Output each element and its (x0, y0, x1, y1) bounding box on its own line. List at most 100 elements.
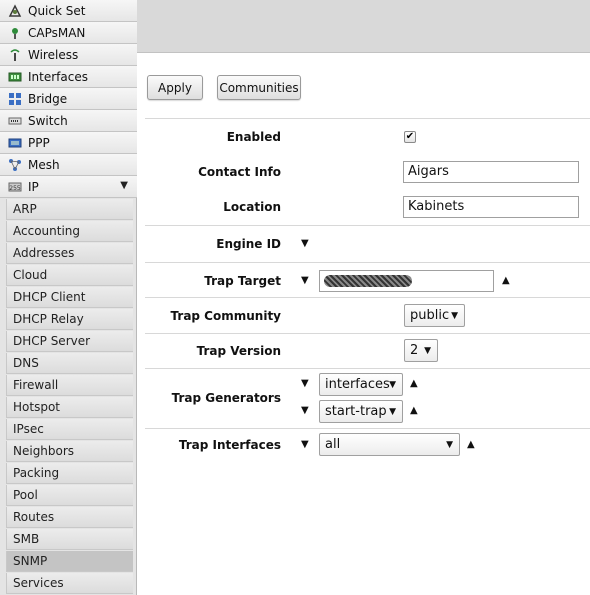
sidebar-subitem-dns[interactable]: DNS (6, 353, 133, 374)
sidebar-item-bridge[interactable]: Bridge (0, 88, 137, 110)
sidebar-subitem-label: Neighbors (13, 444, 75, 458)
select-value: public (410, 308, 450, 323)
chevron-down-icon: ▼ (389, 407, 396, 417)
sidebar-subitem-label: Addresses (13, 246, 75, 260)
trap-interfaces-label: Trap Interfaces (178, 438, 281, 452)
expand-down-icon[interactable]: ▼ (301, 379, 309, 389)
sidebar-subitem-snmp[interactable]: SNMP (6, 551, 133, 572)
sidebar-item-label: Mesh (28, 157, 60, 172)
sidebar-subitem-dhcp-server[interactable]: DHCP Server (6, 331, 133, 352)
sidebar-item-ip[interactable]: 255 IP ▼ (0, 176, 137, 198)
sidebar-subitem-dhcp-relay[interactable]: DHCP Relay (6, 309, 133, 330)
sidebar-subitem-dhcp-client[interactable]: DHCP Client (6, 287, 133, 308)
sidebar-subitem-hotspot[interactable]: Hotspot (6, 397, 133, 418)
select-value: start-trap (325, 404, 387, 419)
sidebar-subitem-pool[interactable]: Pool (6, 485, 133, 506)
sidebar-subitem-label: Pool (13, 488, 38, 502)
expand-down-icon[interactable]: ▼ (301, 440, 309, 450)
trap-generators-select[interactable]: interfaces ▼ (319, 373, 403, 396)
sidebar-subitem-smb[interactable]: SMB (6, 529, 133, 550)
sidebar-subitem-label: Hotspot (13, 400, 60, 414)
trap-target-label: Trap Target (204, 274, 281, 288)
chevron-down-icon: ▼ (424, 346, 431, 356)
divider (145, 118, 590, 119)
sidebar-item-ppp[interactable]: PPP (0, 132, 137, 154)
sidebar-item-label: Switch (28, 113, 68, 128)
sidebar-item-label: Interfaces (28, 69, 88, 84)
sidebar-subitem-firewall[interactable]: Firewall (6, 375, 133, 396)
sidebar-subitem-label: DHCP Client (13, 290, 86, 304)
sidebar-subitem-label: Routes (13, 510, 55, 524)
svg-text:255: 255 (9, 185, 21, 192)
redacted-value (324, 275, 412, 287)
sidebar-subitem-routes[interactable]: Routes (6, 507, 133, 528)
sidebar-subitem-ipsec[interactable]: IPsec (6, 419, 133, 440)
sidebar-subitem-label: DNS (13, 356, 39, 370)
sidebar-subitem-services[interactable]: Services (6, 573, 133, 594)
divider (145, 368, 590, 369)
expand-down-icon[interactable]: ▼ (301, 276, 309, 286)
trap-community-label: Trap Community (170, 309, 281, 323)
switch-icon (7, 113, 23, 129)
trap-community-select[interactable]: public ▼ (404, 304, 465, 327)
trap-version-select[interactable]: 2 ▼ (404, 339, 438, 362)
chevron-down-icon: ▼ (451, 311, 458, 321)
mesh-icon (7, 157, 23, 173)
sidebar-item-label: CAPsMAN (28, 25, 86, 40)
sidebar-subitem-accounting[interactable]: Accounting (6, 221, 133, 242)
trap-interfaces-select[interactable]: all ▼ (319, 433, 460, 456)
collapse-up-icon[interactable]: ▲ (410, 379, 418, 389)
sidebar-subitem-label: Packing (13, 466, 60, 480)
divider (145, 297, 590, 298)
sidebar-subitem-label: DHCP Relay (13, 312, 84, 326)
interfaces-icon (7, 69, 23, 85)
sidebar-item-capsman[interactable]: CAPsMAN (0, 22, 137, 44)
collapse-up-icon[interactable]: ▲ (467, 440, 475, 450)
contact-info-field[interactable]: Aigars (403, 161, 579, 183)
enabled-label: Enabled (226, 130, 281, 144)
communities-button[interactable]: Communities (217, 75, 301, 100)
sidebar-subitem-label: IPsec (13, 422, 44, 436)
sidebar-item-switch[interactable]: Switch (0, 110, 137, 132)
sidebar-subitem-label: Services (13, 576, 64, 590)
sidebar-item-wireless[interactable]: Wireless (0, 44, 137, 66)
location-label: Location (223, 200, 281, 214)
sidebar-subitem-arp[interactable]: ARP (6, 199, 133, 220)
sidebar-subitem-label: ARP (13, 202, 37, 216)
trap-target-field[interactable] (319, 270, 494, 292)
page-header (137, 0, 590, 53)
sidebar-subitem-label: Firewall (13, 378, 59, 392)
trap-generators-select[interactable]: start-trap ▼ (319, 400, 403, 423)
apply-button[interactable]: Apply (147, 75, 203, 100)
sidebar-subitem-neighbors[interactable]: Neighbors (6, 441, 133, 462)
sidebar-subitem-addresses[interactable]: Addresses (6, 243, 133, 264)
ip-icon: 255 (7, 179, 23, 195)
sidebar: Quick Set CAPsMAN Wireless Interfaces Br… (0, 0, 137, 595)
sidebar-subitem-cloud[interactable]: Cloud (6, 265, 133, 286)
ppp-icon (7, 135, 23, 151)
chevron-down-icon: ▼ (120, 180, 128, 191)
sidebar-subitem-packing[interactable]: Packing (6, 463, 133, 484)
sidebar-subitem-label: SMB (13, 532, 40, 546)
location-field[interactable]: Kabinets (403, 196, 579, 218)
sidebar-item-label: Wireless (28, 47, 79, 62)
sidebar-subitem-label: Accounting (13, 224, 81, 238)
collapse-up-icon[interactable]: ▲ (502, 276, 510, 286)
sidebar-item-mesh[interactable]: Mesh (0, 154, 137, 176)
expand-down-icon[interactable]: ▼ (301, 239, 309, 249)
divider (145, 225, 590, 226)
sidebar-subitem-label: Cloud (13, 268, 48, 282)
sidebar-subitem-label: DHCP Server (13, 334, 91, 348)
expand-down-icon[interactable]: ▼ (301, 406, 309, 416)
contact-info-label: Contact Info (198, 165, 281, 179)
trap-version-label: Trap Version (196, 344, 281, 358)
enabled-checkbox[interactable]: ✔ (404, 131, 416, 143)
quick-set-icon (7, 3, 23, 19)
sidebar-subitem-label: SNMP (13, 554, 48, 568)
sidebar-item-label: Quick Set (28, 3, 86, 18)
select-value: all (325, 437, 341, 452)
sidebar-item-interfaces[interactable]: Interfaces (0, 66, 137, 88)
collapse-up-icon[interactable]: ▲ (410, 406, 418, 416)
sidebar-item-quick-set[interactable]: Quick Set (0, 0, 137, 22)
sidebar-item-label: Bridge (28, 91, 68, 106)
